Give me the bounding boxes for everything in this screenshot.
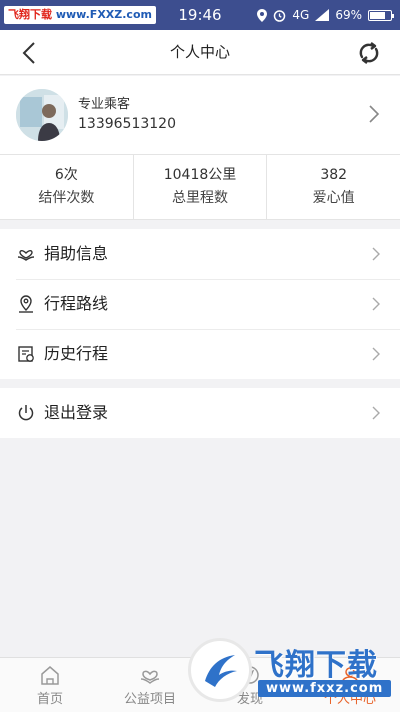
logout-button[interactable]: 退出登录 (0, 388, 400, 438)
chevron-right-icon (372, 247, 380, 261)
location-pin-icon (19, 295, 33, 313)
tab-home[interactable]: 首页 (0, 658, 100, 712)
status-bar: 飞翔下载 www.FXXZ.com 19:46 4G 69% (0, 0, 400, 30)
refresh-icon[interactable] (354, 38, 384, 68)
menu-item-history[interactable]: 历史行程 (0, 329, 400, 379)
tab-label: 首页 (36, 692, 63, 707)
menu-item-route[interactable]: 行程路线 (0, 279, 400, 329)
signal-icon (315, 9, 330, 21)
nav-bar: 个人中心 (0, 30, 400, 75)
logout-label: 退出登录 (44, 403, 109, 422)
stat-label: 爱心值 (312, 190, 355, 206)
chevron-right-icon (372, 297, 380, 311)
avatar (16, 89, 68, 141)
stat-love-points: 382 爱心值 (267, 155, 400, 219)
user-phone: 13396513120 (78, 116, 176, 132)
status-indicators: 4G 69% (257, 0, 394, 30)
stats-row: 6次 结伴次数 10418公里 总里程数 382 爱心值 (0, 154, 400, 220)
stat-label: 总里程数 (172, 190, 228, 206)
stat-trips: 6次 结伴次数 (0, 155, 134, 219)
watermark-url: www.fxxz.com (258, 680, 392, 697)
battery-icon (368, 9, 394, 21)
home-icon (41, 666, 59, 685)
stat-value: 6次 (54, 167, 78, 183)
profile-card[interactable]: 专业乘客 13396513120 (0, 76, 400, 154)
menu-item-label: 行程路线 (44, 294, 109, 313)
network-type: 4G (292, 8, 310, 22)
history-icon (18, 346, 34, 362)
stat-label: 结伴次数 (38, 190, 95, 206)
tab-label: 公益项目 (123, 692, 176, 707)
page-title: 个人中心 (169, 43, 230, 61)
menu-item-label: 历史行程 (44, 344, 109, 363)
stat-value: 10418公里 (163, 167, 237, 183)
watermark-overlay: 飞翔下载 www.fxxz.com (188, 636, 396, 706)
watermark-logo-icon (188, 638, 252, 702)
menu-list: 捐助信息 行程路线 历史行程 (0, 229, 400, 379)
chevron-right-icon (372, 347, 380, 361)
alarm-icon (274, 9, 286, 22)
power-icon (18, 405, 34, 421)
battery-percent: 69% (335, 8, 362, 22)
watermark-brand: 飞翔下载 (254, 648, 378, 683)
menu-item-donation[interactable]: 捐助信息 (0, 229, 400, 279)
chevron-right-icon (372, 406, 380, 420)
stat-value: 382 (320, 167, 348, 183)
charity-icon (140, 670, 160, 684)
stat-mileage: 10418公里 总里程数 (134, 155, 268, 219)
logout-section: 退出登录 (0, 388, 400, 438)
user-role: 专业乘客 (78, 97, 131, 112)
donation-icon (17, 249, 35, 261)
tab-charity[interactable]: 公益项目 (100, 658, 200, 712)
location-icon (257, 8, 268, 22)
menu-item-label: 捐助信息 (44, 244, 109, 263)
chevron-right-icon (369, 105, 380, 123)
